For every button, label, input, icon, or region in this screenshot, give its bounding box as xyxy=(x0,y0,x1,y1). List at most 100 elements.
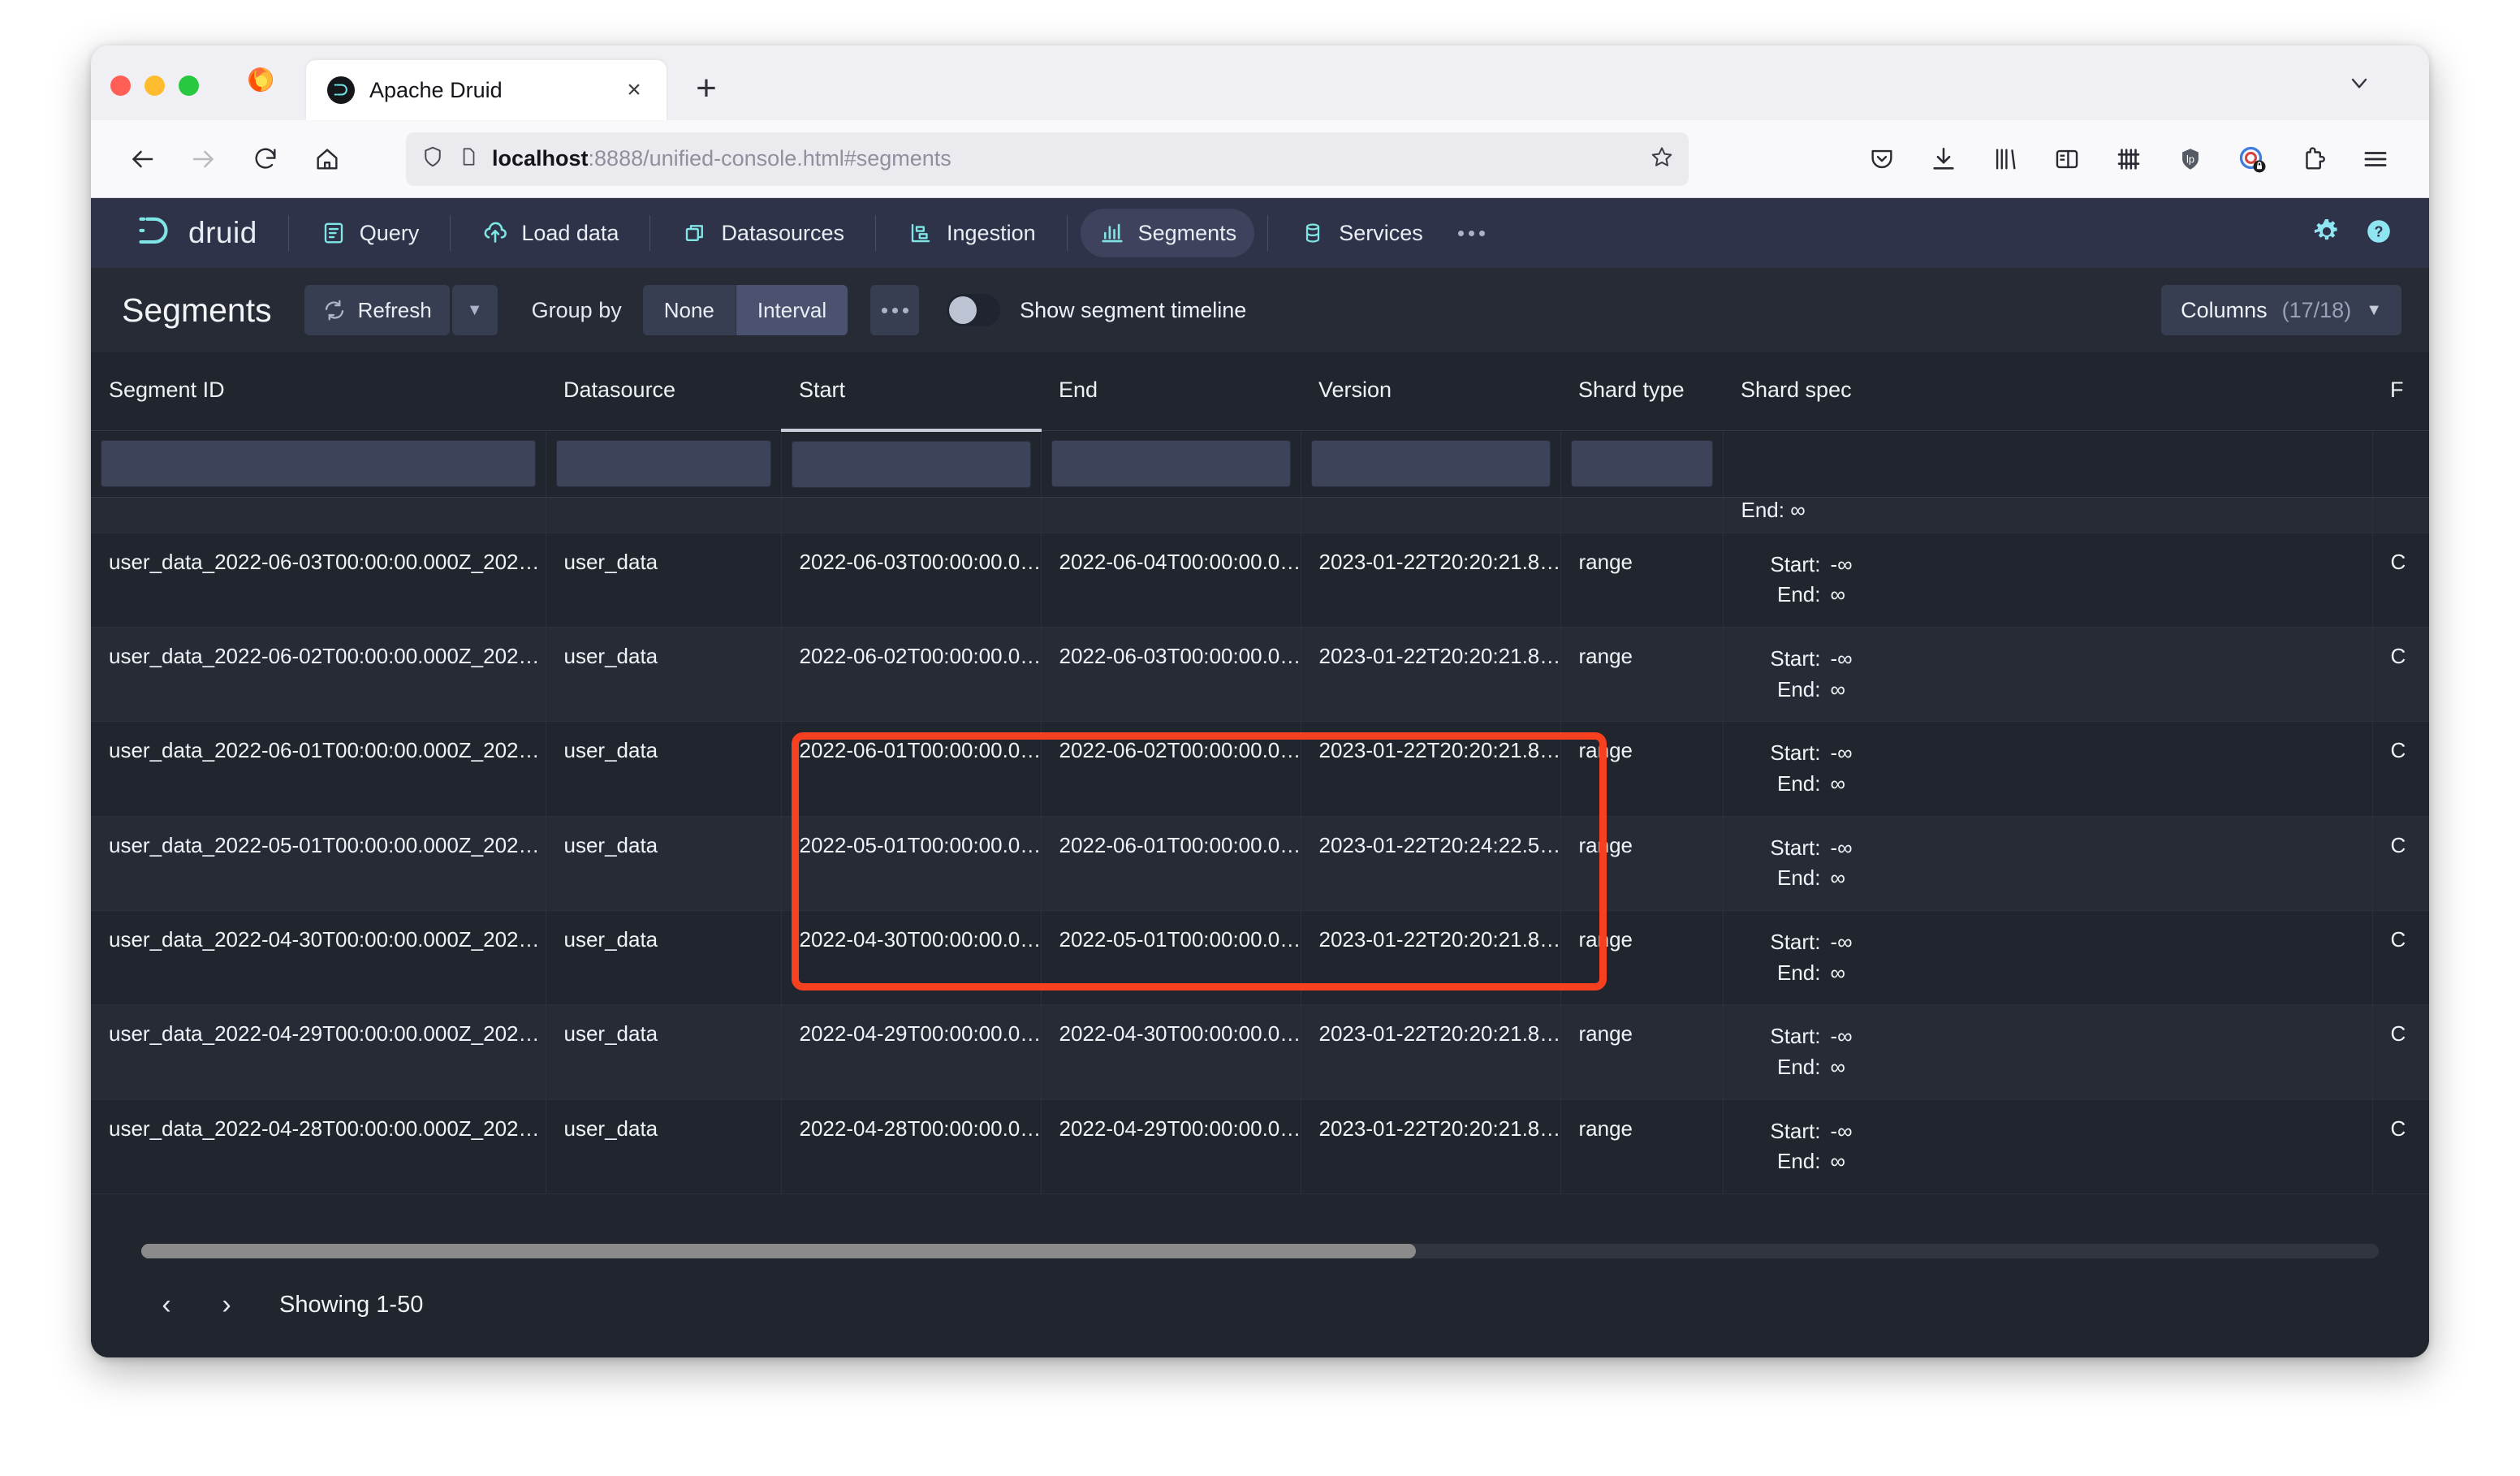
cell-segment-id: user_data_2022-06-03T00:00:00.000Z_202… xyxy=(91,533,546,627)
horizontal-scrollbar[interactable] xyxy=(141,1244,2379,1258)
table-row[interactable]: user_data_2022-04-30T00:00:00.000Z_202… … xyxy=(91,911,2429,1005)
column-header-datasource[interactable]: Datasource xyxy=(546,352,781,430)
cell-version: 2023-01-22T20:20:21.8… xyxy=(1301,1005,1560,1099)
divider xyxy=(288,215,289,251)
filter-input-datasource[interactable] xyxy=(556,440,771,487)
filter-input-start[interactable] xyxy=(792,441,1031,488)
close-window-button[interactable] xyxy=(110,76,131,96)
nav-item-segments[interactable]: Segments xyxy=(1081,209,1255,257)
home-icon[interactable] xyxy=(299,131,356,188)
column-header-shard-spec[interactable]: Shard spec xyxy=(1723,352,2372,430)
table-row[interactable]: user_data_2022-05-01T00:00:00.000Z_202… … xyxy=(91,816,2429,910)
group-by-option-none[interactable]: None xyxy=(643,285,736,335)
next-page-button[interactable]: › xyxy=(201,1280,252,1330)
browser-toolbar-icons: lp xyxy=(1856,133,2401,185)
nav-item-query[interactable]: Query xyxy=(302,209,438,257)
cell-segment-id: user_data_2022-06-01T00:00:00.000Z_202… xyxy=(91,722,546,816)
reload-icon[interactable] xyxy=(237,131,294,188)
cell-datasource xyxy=(546,497,781,533)
minimize-window-button[interactable] xyxy=(145,76,165,96)
cell-partial: C xyxy=(2372,1005,2429,1099)
gear-icon[interactable] xyxy=(2312,217,2341,250)
url-bar[interactable]: localhost:8888/unified-console.html#segm… xyxy=(406,132,1689,186)
maximize-window-button[interactable] xyxy=(179,76,199,96)
nav-overflow-menu-icon[interactable] xyxy=(1448,209,1496,257)
cell-segment-id: user_data_2022-05-01T00:00:00.000Z_202… xyxy=(91,816,546,910)
segments-table: Segment ID Datasource Start End Version … xyxy=(91,352,2429,1194)
page-title: Segments xyxy=(122,291,272,330)
pocket-icon[interactable] xyxy=(1856,133,1908,185)
shard-spec-start-value: -∞ xyxy=(1831,833,1853,864)
shard-spec-start-value: -∞ xyxy=(1831,927,1853,958)
table-row-partial[interactable]: End: ∞ xyxy=(91,497,2429,533)
forward-arrow-icon[interactable] xyxy=(175,131,232,188)
bookmark-star-icon[interactable] xyxy=(1650,145,1674,173)
cell-start: 2022-06-01T00:00:00.0… xyxy=(781,722,1041,816)
nav-item-services[interactable]: Services xyxy=(1281,209,1441,257)
new-tab-button[interactable]: + xyxy=(681,63,731,114)
privacy-badger-icon[interactable] xyxy=(2226,133,2278,185)
previous-page-button[interactable]: ‹ xyxy=(141,1280,192,1330)
browser-tab-apache-druid[interactable]: Apache Druid × xyxy=(306,60,667,120)
cell-shard-type: range xyxy=(1560,1099,1723,1193)
nav-item-datasources[interactable]: Datasources xyxy=(663,209,862,257)
filter-input-segment-id[interactable] xyxy=(101,440,536,487)
cell-shard-type: range xyxy=(1560,533,1723,627)
back-arrow-icon[interactable] xyxy=(114,131,170,188)
column-header-start[interactable]: Start xyxy=(781,352,1041,430)
toolbar-overflow-menu-button[interactable] xyxy=(870,285,919,335)
cell-version: 2023-01-22T20:20:21.8… xyxy=(1301,911,1560,1005)
table-row[interactable]: user_data_2022-06-02T00:00:00.000Z_202… … xyxy=(91,627,2429,721)
query-icon xyxy=(320,219,347,247)
table-row[interactable]: user_data_2022-06-01T00:00:00.000Z_202… … xyxy=(91,722,2429,816)
table-row[interactable]: user_data_2022-04-29T00:00:00.000Z_202… … xyxy=(91,1005,2429,1099)
column-header-end[interactable]: End xyxy=(1041,352,1301,430)
group-by-option-interval[interactable]: Interval xyxy=(736,285,848,335)
filter-input-shard-type[interactable] xyxy=(1571,440,1713,487)
nav-item-ingestion[interactable]: Ingestion xyxy=(889,209,1054,257)
extensions-icon[interactable] xyxy=(2288,133,2340,185)
shield-icon xyxy=(421,145,445,173)
segment-timeline-toggle[interactable] xyxy=(947,294,1000,326)
shard-spec-start-value: -∞ xyxy=(1831,738,1853,769)
app-menu-icon[interactable] xyxy=(2350,133,2401,185)
nav-item-load-data[interactable]: Load data xyxy=(464,209,636,257)
cell-start: 2022-04-28T00:00:00.0… xyxy=(781,1099,1041,1193)
help-icon[interactable]: ? xyxy=(2364,217,2393,250)
shard-spec-end-value: ∞ xyxy=(1831,580,1846,611)
refresh-dropdown-caret[interactable]: ▼ xyxy=(452,285,498,335)
cell-start: 2022-04-30T00:00:00.0… xyxy=(781,911,1041,1005)
table-row[interactable]: user_data_2022-04-28T00:00:00.000Z_202… … xyxy=(91,1099,2429,1193)
sidebar-icon[interactable] xyxy=(2041,133,2093,185)
chevron-down-icon[interactable] xyxy=(2346,70,2372,102)
lastpass-icon[interactable]: lp xyxy=(2164,133,2216,185)
druid-navbar: druid Query Load data D xyxy=(91,198,2429,268)
ingestion-icon xyxy=(907,219,934,247)
refresh-button[interactable]: Refresh xyxy=(304,285,450,335)
downloads-icon[interactable] xyxy=(1918,133,1970,185)
column-header-partial[interactable]: F xyxy=(2372,352,2429,430)
columns-count: (17/18) xyxy=(2282,298,2352,323)
close-icon[interactable]: × xyxy=(619,76,649,105)
druid-logo-icon xyxy=(133,210,175,257)
segments-table-scroll[interactable]: Segment ID Datasource Start End Version … xyxy=(91,352,2429,1244)
column-header-shard-type[interactable]: Shard type xyxy=(1560,352,1723,430)
library-icon[interactable] xyxy=(1979,133,2031,185)
segments-table-container: Segment ID Datasource Start End Version … xyxy=(91,352,2429,1244)
filter-input-version[interactable] xyxy=(1311,440,1551,487)
filter-input-end[interactable] xyxy=(1051,440,1291,487)
table-row[interactable]: user_data_2022-06-03T00:00:00.000Z_202… … xyxy=(91,533,2429,627)
druid-logo[interactable]: druid xyxy=(115,210,275,257)
column-header-segment-id[interactable]: Segment ID xyxy=(91,352,546,430)
filter-cell-end xyxy=(1041,430,1301,497)
table-header: Segment ID Datasource Start End Version … xyxy=(91,352,2429,497)
nav-item-label: Query xyxy=(360,221,420,246)
segments-footer: ‹ › Showing 1-50 xyxy=(91,1244,2429,1357)
column-header-version[interactable]: Version xyxy=(1301,352,1560,430)
columns-button[interactable]: Columns (17/18) ▼ xyxy=(2161,285,2401,335)
scrollbar-thumb[interactable] xyxy=(141,1244,1416,1258)
container-tabs-icon[interactable] xyxy=(2103,133,2155,185)
cell-partial: C xyxy=(2372,816,2429,910)
caret-down-icon: ▼ xyxy=(2366,301,2382,320)
cell-datasource: user_data xyxy=(546,1099,781,1193)
